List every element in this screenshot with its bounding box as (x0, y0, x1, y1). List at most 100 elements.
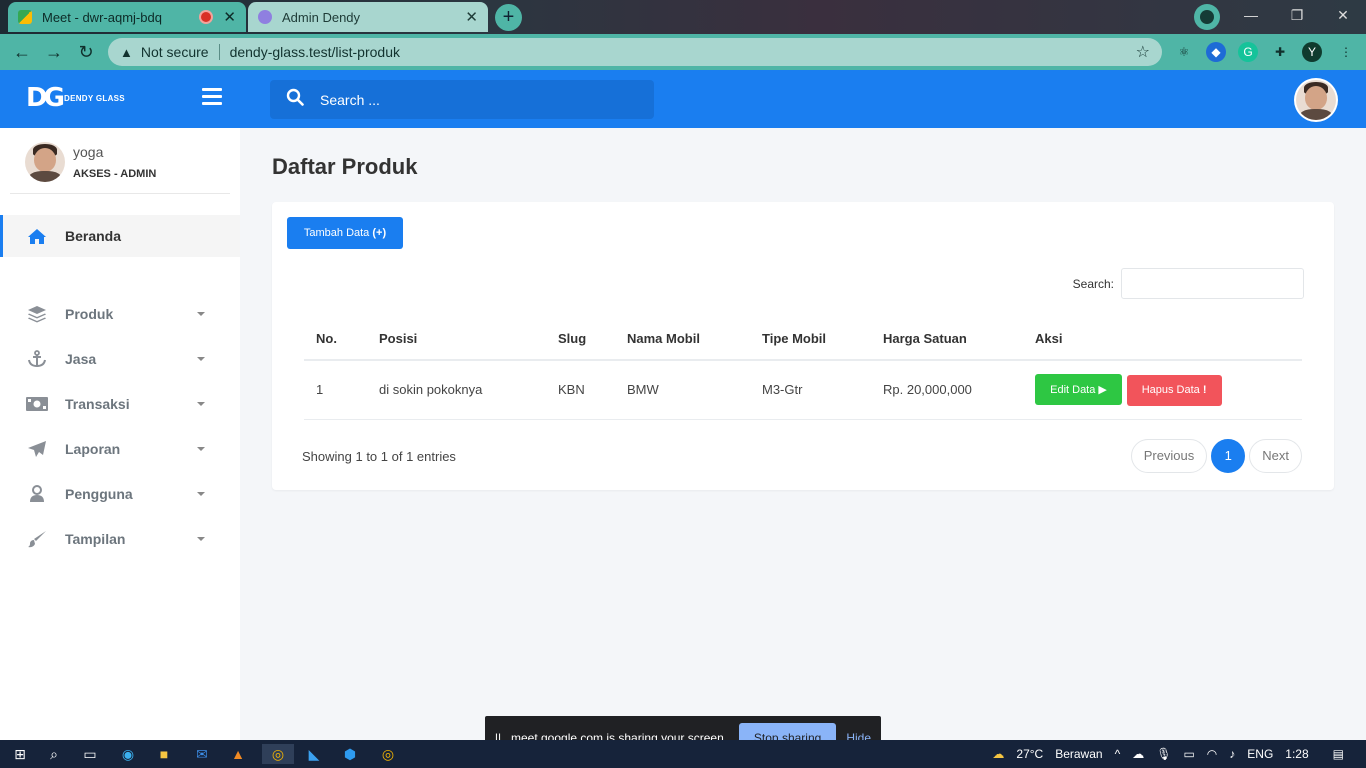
page-title: Daftar Produk (272, 154, 418, 179)
table-search: Search: (1073, 268, 1304, 299)
vlc-icon[interactable]: ▲ (228, 744, 248, 764)
logo-icon[interactable]: DG (26, 84, 65, 112)
new-tab-button[interactable]: + (495, 4, 522, 31)
cell-posisi: di sokin pokoknya (367, 360, 546, 420)
chrome-icon[interactable]: ◎ (378, 744, 398, 764)
sidebar: yoga AKSES - ADMIN Beranda Produk Jasa T… (0, 128, 240, 740)
clock[interactable]: 1:28 (1285, 747, 1308, 761)
volume-icon[interactable]: ♪ (1229, 747, 1235, 761)
profile-avatar-icon[interactable]: Y (1302, 42, 1322, 62)
site-favicon-icon (258, 10, 272, 24)
chevron-down-icon (197, 537, 205, 541)
divider (218, 44, 220, 60)
sidebar-item-produk[interactable]: Produk (0, 293, 240, 335)
edge-icon[interactable]: ◉ (118, 744, 138, 764)
page-1-button[interactable]: 1 (1211, 439, 1246, 473)
weather-text[interactable]: Berawan (1055, 747, 1102, 761)
back-icon[interactable]: ← (10, 40, 34, 64)
logo-text: DENDY GLASS (64, 94, 125, 103)
col-header-aksi[interactable]: Aksi (1023, 318, 1302, 361)
react-devtools-icon[interactable]: ⚛ (1174, 42, 1194, 62)
close-tab-icon[interactable]: ✕ (465, 10, 478, 25)
previous-page-button[interactable]: Previous (1130, 439, 1208, 473)
tab-admin-dendy[interactable]: Admin Dendy ✕ (248, 2, 488, 32)
layers-icon (26, 305, 48, 323)
forward-icon[interactable]: → (42, 40, 66, 64)
sidebar-item-tampilan[interactable]: Tampilan (0, 518, 240, 560)
url-text[interactable]: dendy-glass.test/list-produk (230, 44, 1136, 60)
sidebar-item-label: Pengguna (65, 486, 133, 502)
play-icon: ▶ (1098, 384, 1107, 396)
notification-icon[interactable]: ▤ (1333, 747, 1344, 761)
minimize-icon[interactable]: — (1228, 0, 1274, 30)
tab-title: Admin Dendy (282, 9, 361, 25)
col-header-tipe-mobil[interactable]: Tipe Mobil (750, 318, 871, 361)
temperature[interactable]: 27°C (1016, 747, 1043, 761)
col-header-nama-mobil[interactable]: Nama Mobil (615, 318, 750, 361)
next-page-button[interactable]: Next (1249, 439, 1302, 473)
col-header-posisi[interactable]: Posisi (367, 318, 546, 361)
home-icon (26, 227, 48, 245)
add-data-button[interactable]: Tambah Data (+) (287, 217, 403, 249)
col-header-harga-satuan[interactable]: Harga Satuan (871, 318, 1023, 361)
wifi-icon[interactable]: ◠ (1207, 747, 1217, 761)
delete-data-button[interactable]: Hapus Data ! (1126, 374, 1222, 406)
sidebar-item-jasa[interactable]: Jasa (0, 338, 240, 380)
sidebar-item-label: Beranda (65, 228, 122, 244)
sidebar-item-label: Laporan (65, 441, 121, 457)
onedrive-icon[interactable]: ☁ (1132, 747, 1144, 761)
table-header-row: No. Posisi Slug Nama Mobil Tipe Mobil Ha… (304, 318, 1302, 361)
user-role: AKSES - ADMIN (73, 168, 157, 180)
tab-meet[interactable]: Meet - dwr-aqmj-bdq ✕ (8, 2, 246, 32)
address-bar[interactable]: ▲ Not secure dendy-glass.test/list-produ… (108, 38, 1162, 66)
avatar (25, 142, 65, 182)
product-table: No. Posisi Slug Nama Mobil Tipe Mobil Ha… (304, 318, 1302, 420)
cell-slug: KBN (546, 360, 615, 420)
app-icon[interactable]: ⬢ (340, 744, 360, 764)
product-card: Tambah Data (+) Search: No. Posisi Slug … (272, 202, 1334, 490)
global-search (270, 80, 654, 119)
bookmark-star-icon[interactable]: ☆ (1136, 42, 1150, 62)
extension-icon[interactable]: ◆ (1206, 42, 1226, 62)
sidebar-item-beranda[interactable]: Beranda (0, 215, 240, 257)
sidebar-item-pengguna[interactable]: Pengguna (0, 473, 240, 515)
file-explorer-icon[interactable]: ■ (154, 744, 174, 764)
reload-icon[interactable]: ↻ (74, 40, 98, 64)
sidebar-item-laporan[interactable]: Laporan (0, 428, 240, 470)
chevron-up-icon[interactable]: ^ (1115, 747, 1121, 761)
edit-data-button[interactable]: Edit Data ▶ (1035, 374, 1122, 405)
edit-data-label: Edit Data (1050, 384, 1096, 396)
task-view-icon[interactable]: ▭ (80, 744, 100, 764)
search-icon[interactable]: ⌕ (44, 744, 64, 764)
sidebar-item-label: Jasa (65, 351, 97, 367)
table-search-input[interactable] (1121, 268, 1304, 299)
col-header-slug[interactable]: Slug (546, 318, 615, 361)
grammarly-icon[interactable]: G (1238, 42, 1258, 62)
paper-plane-icon (26, 440, 48, 458)
entries-info: Showing 1 to 1 of 1 entries (302, 449, 456, 464)
chrome-menu-icon[interactable]: ⋮ (1336, 42, 1356, 62)
warning-icon: ▲ (120, 44, 133, 60)
language-indicator[interactable]: ENG (1247, 747, 1273, 761)
microphone-icon[interactable]: 🎙 (1156, 747, 1171, 761)
add-data-label: Tambah Data (303, 227, 370, 239)
restore-icon[interactable]: ❐ (1274, 0, 1320, 30)
system-tray: ☁ 27°C Berawan ^ ☁ 🎙 ▭ ◠ ♪ ENG 1:28 ▤ (992, 740, 1366, 768)
extensions-puzzle-icon[interactable]: ✚ (1270, 42, 1290, 62)
col-header-no[interactable]: No. (304, 318, 367, 361)
hamburger-menu-icon[interactable] (202, 88, 222, 106)
cell-nama-mobil: BMW (615, 360, 750, 420)
chrome-profile-icon[interactable] (1194, 4, 1220, 30)
vscode-icon[interactable]: ◣ (304, 744, 324, 764)
mail-icon[interactable]: ✉ (192, 744, 212, 764)
search-input[interactable] (320, 91, 654, 108)
close-tab-icon[interactable]: ✕ (223, 10, 236, 25)
windows-start-icon[interactable]: ⊞ (10, 744, 30, 764)
battery-icon[interactable]: ▭ (1183, 747, 1194, 761)
close-window-icon[interactable]: ✕ (1320, 0, 1366, 30)
user-avatar[interactable] (1296, 80, 1336, 120)
chrome-taskbar-icon[interactable]: ◎ (262, 744, 294, 764)
sidebar-item-transaksi[interactable]: Transaksi (0, 383, 240, 425)
recording-icon (201, 12, 212, 22)
sidebar-item-label: Transaksi (65, 396, 130, 412)
